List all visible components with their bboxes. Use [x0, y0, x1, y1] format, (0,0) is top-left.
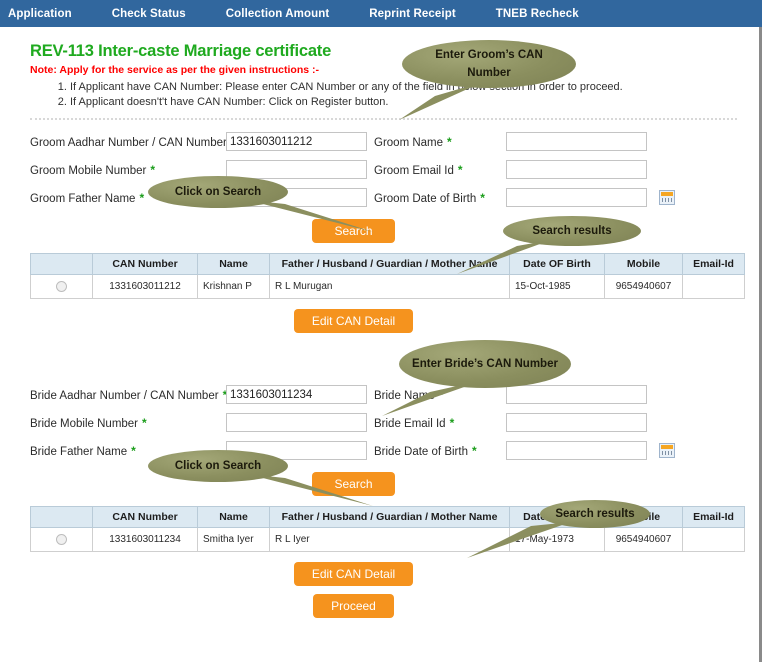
callout-tail — [465, 520, 575, 558]
table-header-row: CAN Number Name Father / Husband / Guard… — [30, 506, 745, 528]
th-mobile: Mobile — [604, 506, 683, 528]
nav-item-check-status[interactable]: Check Status — [92, 8, 206, 20]
instruction-note: Note: Apply for the service as per the g… — [30, 64, 320, 76]
nav-item-collection-amount[interactable]: Collection Amount — [206, 8, 350, 20]
callout-tail — [245, 198, 375, 234]
cell-can-number: 1331603011234 — [92, 527, 198, 552]
required-asterisk: * — [142, 415, 147, 430]
th-select — [30, 506, 93, 528]
groom-can-label: Groom Aadhar Number / CAN Number* — [30, 135, 236, 149]
callout-tail — [455, 238, 555, 276]
required-asterisk: * — [480, 190, 485, 205]
bride-father-label: Bride Father Name * — [30, 443, 136, 458]
groom-email-label: Groom Email Id * — [374, 162, 463, 177]
th-can-number: CAN Number — [92, 253, 198, 275]
groom-email-input[interactable] — [506, 160, 647, 179]
cell-email — [682, 274, 745, 299]
th-email: Email-Id — [682, 506, 745, 528]
groom-mobile-label: Groom Mobile Number * — [30, 162, 155, 177]
form-content: REV-113 Inter-caste Marriage certificate… — [0, 27, 759, 662]
required-asterisk: * — [471, 443, 477, 458]
calendar-icon[interactable] — [659, 443, 675, 458]
bride-edit-row: Edit CAN Detail — [30, 562, 737, 586]
bride-mobile-input[interactable] — [226, 413, 367, 432]
callout-tail — [380, 378, 490, 420]
groom-edit-can-detail-button[interactable]: Edit CAN Detail — [293, 309, 414, 333]
bride-name-input[interactable] — [506, 385, 647, 404]
proceed-row: Proceed — [30, 594, 737, 618]
required-asterisk: * — [139, 190, 145, 205]
bride-father-name-input[interactable] — [226, 441, 367, 460]
groom-dob-input[interactable] — [506, 188, 647, 207]
bride-dob-label: Bride Date of Birth * — [374, 443, 477, 458]
bride-search-row: Search — [30, 472, 737, 496]
groom-search-row: Search — [30, 219, 737, 243]
bride-results-table: CAN Number Name Father / Husband / Guard… — [30, 506, 745, 552]
table-header-row: CAN Number Name Father / Husband / Guard… — [30, 253, 745, 275]
section-divider — [30, 118, 737, 120]
groom-name-label: Groom Name * — [374, 134, 452, 149]
cell-name: Smitha Iyer — [197, 527, 270, 552]
th-select — [30, 253, 93, 275]
th-email: Email-Id — [682, 253, 745, 275]
groom-can-input[interactable] — [226, 132, 367, 151]
row-select-cell[interactable] — [30, 274, 93, 299]
row-select-cell[interactable] — [30, 527, 93, 552]
groom-dob-label: Groom Date of Birth * — [374, 190, 485, 205]
cell-name: Krishnan P — [197, 274, 270, 299]
th-can-number: CAN Number — [92, 506, 198, 528]
top-navigation-bar: Application Check Status Collection Amou… — [0, 0, 762, 27]
nav-item-reprint-receipt[interactable]: Reprint Receipt — [349, 8, 476, 20]
th-name: Name — [197, 506, 270, 528]
required-asterisk: * — [150, 162, 155, 177]
th-mobile: Mobile — [604, 253, 683, 275]
groom-mobile-input[interactable] — [226, 160, 367, 179]
groom-father-label: Groom Father Name * — [30, 190, 145, 205]
proceed-button[interactable]: Proceed — [313, 594, 394, 618]
cell-mobile: 9654940607 — [604, 274, 683, 299]
nav-item-application[interactable]: Application — [0, 8, 92, 20]
cell-email — [682, 527, 745, 552]
page-container: REV-113 Inter-caste Marriage certificate… — [0, 27, 762, 662]
required-asterisk: * — [447, 134, 452, 149]
cell-can-number: 1331603011212 — [92, 274, 198, 299]
cell-dob: 15-Oct-1985 — [509, 274, 605, 299]
nav-item-tneb-recheck[interactable]: TNEB Recheck — [476, 8, 599, 20]
required-asterisk: * — [457, 162, 463, 177]
instruction-list: If Applicant have CAN Number: Please ent… — [30, 80, 737, 110]
page-title: REV-113 Inter-caste Marriage certificate — [30, 42, 332, 60]
bride-edit-can-detail-button[interactable]: Edit CAN Detail — [293, 562, 414, 586]
bride-email-input[interactable] — [506, 413, 647, 432]
groom-results-table: CAN Number Name Father / Husband / Guard… — [30, 253, 745, 299]
cell-mobile: 9654940607 — [604, 527, 683, 552]
groom-name-input[interactable] — [506, 132, 647, 151]
bride-dob-input[interactable] — [506, 441, 647, 460]
calendar-icon[interactable] — [659, 190, 675, 205]
callout-tail — [395, 80, 490, 122]
row-radio-button[interactable] — [56, 280, 67, 292]
th-name: Name — [197, 253, 270, 275]
table-row[interactable]: 1331603011212 Krishnan P R L Murugan 15-… — [30, 274, 745, 299]
bride-can-label: Bride Aadhar Number / CAN Number * — [30, 387, 228, 402]
bride-mobile-label: Bride Mobile Number * — [30, 415, 147, 430]
bride-can-input[interactable] — [226, 385, 367, 404]
table-row[interactable]: 1331603011234 Smitha Iyer R L Iyer 17-Ma… — [30, 527, 745, 552]
callout-tail — [245, 472, 375, 508]
groom-edit-row: Edit CAN Detail — [30, 309, 737, 333]
cell-father-name: R L Murugan — [269, 274, 510, 299]
required-asterisk: * — [131, 443, 136, 458]
row-radio-button[interactable] — [56, 533, 67, 545]
groom-form: Groom Aadhar Number / CAN Number* Groom … — [30, 132, 737, 207]
